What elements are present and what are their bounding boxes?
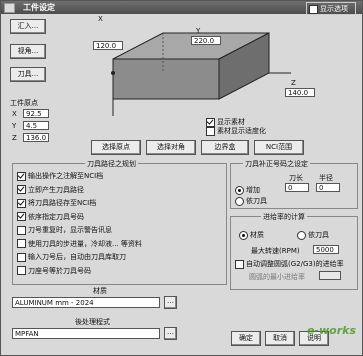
material-browse-button[interactable]: …: [164, 296, 177, 309]
origin-z-field[interactable]: 136.0: [23, 133, 49, 142]
nci-range-button[interactable]: NCI范围: [254, 140, 304, 155]
toolpath-option-checkbox[interactable]: [17, 252, 26, 262]
comp-title: 刀具补正号码之设定: [243, 159, 310, 169]
feed-tool-radio[interactable]: [297, 230, 306, 240]
min-arc-field[interactable]: [319, 271, 341, 280]
post-field[interactable]: MPFAN: [12, 328, 160, 339]
auto-adjust-checkbox[interactable]: [235, 259, 244, 269]
toolpath-option-checkbox[interactable]: [17, 198, 26, 208]
window-title: 工件设定: [23, 3, 55, 12]
toolpath-option-label: 依序指定刀具号码: [28, 212, 84, 221]
toolpath-option[interactable]: 输出操作之注解至NCI档: [17, 171, 103, 181]
comp-radius-field[interactable]: 0: [316, 183, 340, 192]
auto-adjust-label: 自动调整圆弧(G2/G3)的进给率: [246, 260, 344, 268]
post-browse-button[interactable]: …: [164, 327, 177, 340]
comp-follow-label: 依刀具: [246, 197, 267, 205]
auto-adjust-row[interactable]: 自动调整圆弧(G2/G3)的进给率: [235, 259, 344, 269]
toolpath-option-label: 使用刀具的步进量，冷却液... 等资料: [28, 239, 142, 248]
toolpath-option-checkbox[interactable]: [17, 212, 26, 221]
material-fit-checkbox[interactable]: [206, 126, 215, 136]
comp-dia-label: 刀长: [289, 174, 303, 182]
max-spindle-field[interactable]: 5000: [313, 245, 339, 254]
tool-button[interactable]: 刀具...: [10, 67, 46, 82]
toolpath-option-checkbox[interactable]: [17, 266, 26, 275]
dim-z-axis: Z: [291, 79, 296, 87]
toolpath-option-label: 输入刀号后，自动由刀具库取刀: [28, 253, 126, 261]
bounding-box-button[interactable]: 边界盒: [201, 140, 249, 155]
toolpath-option-label: 输出操作之注解至NCI档: [28, 172, 104, 180]
bring-in-button[interactable]: 汇入...: [10, 19, 46, 34]
ok-button[interactable]: 确定: [231, 331, 261, 346]
feed-material-label: 材质: [250, 231, 264, 239]
view-button[interactable]: 视角...: [10, 44, 46, 59]
job-setup-window: 工件设定 显示选项 汇入... 视角... 刀具... 工件原点 X 92.5 …: [0, 0, 363, 356]
comp-dia-field[interactable]: 0: [285, 183, 309, 192]
comp-follow-row[interactable]: 依刀具: [235, 196, 267, 206]
post-title: 後处理程式: [75, 318, 110, 326]
origin-y-label: Y: [12, 122, 17, 130]
cancel-button[interactable]: 取消: [265, 331, 295, 346]
material-field[interactable]: ALUMINUM mm - 2024: [12, 297, 160, 308]
feed-tool-label: 依刀具: [308, 231, 329, 239]
toolpath-option-checkbox[interactable]: [17, 171, 26, 181]
comp-add-radio[interactable]: [235, 185, 244, 195]
toolpath-option[interactable]: 刀号重复时，显示警告讯息: [17, 225, 112, 235]
watermark: e-works: [306, 324, 356, 337]
min-arc-label: 圆弧的最小进给率: [249, 273, 305, 281]
feed-material-row[interactable]: 材质: [239, 230, 264, 240]
origin-x-field[interactable]: 92.5: [23, 109, 49, 118]
toolpath-option-label: 刀座号等於刀具号码: [28, 266, 91, 275]
feed-material-radio[interactable]: [239, 230, 248, 240]
toolpath-option-label: 刀号重复时，显示警告讯息: [28, 226, 112, 234]
toolpath-option-checkbox[interactable]: [17, 225, 26, 235]
feed-tool-row[interactable]: 依刀具: [297, 230, 329, 240]
feed-title: 进给率的计算: [261, 212, 307, 222]
toolpath-option[interactable]: 使用刀具的步进量，冷却液... 等资料: [17, 239, 142, 249]
material-fit-row[interactable]: 素材显示适度化: [206, 126, 266, 136]
dim-x-field[interactable]: 120.0: [93, 41, 123, 50]
window-icon[interactable]: [4, 3, 15, 13]
dim-z-field[interactable]: 140.0: [285, 88, 315, 97]
origin-x-label: X: [12, 110, 17, 118]
toolpath-option[interactable]: 立即产生刀具路径: [17, 185, 84, 195]
toolpath-option-label: 立即产生刀具路径: [28, 185, 84, 194]
material-title: 材质: [93, 287, 107, 295]
comp-radius-label: 半径: [319, 174, 333, 182]
toolpath-option[interactable]: 将刀具路径存至NCI档: [17, 198, 96, 208]
comp-follow-radio[interactable]: [235, 196, 244, 206]
comp-add-row[interactable]: 增加: [235, 185, 260, 195]
show-material-label: 显示素材: [217, 118, 245, 126]
title-options[interactable]: 显示选项: [306, 2, 356, 15]
select-corner-button[interactable]: 选择对角: [146, 140, 196, 155]
origin-y-field[interactable]: 4.5: [23, 121, 49, 130]
toolpath-option[interactable]: 刀座号等於刀具号码: [17, 266, 91, 276]
toolpath-title: 刀具路径之规划: [85, 159, 138, 169]
origin-z-label: Z: [12, 134, 17, 142]
material-fit-label: 素材显示适度化: [217, 127, 266, 135]
comp-add-label: 增加: [246, 186, 260, 194]
title-bar: 工件设定 显示选项: [1, 1, 362, 15]
max-spindle-label: 最大转速(RPM): [251, 247, 300, 255]
toolpath-option-checkbox[interactable]: [17, 239, 26, 248]
toolpath-option[interactable]: 依序指定刀具号码: [17, 212, 84, 222]
options-label: 显示选项: [320, 5, 348, 13]
dim-y-field[interactable]: 220.0: [191, 36, 221, 45]
toolpath-option[interactable]: 输入刀号后，自动由刀具库取刀: [17, 252, 126, 262]
origin-title: 工件原点: [10, 99, 38, 107]
select-origin-button[interactable]: 选择原点: [91, 140, 141, 155]
toolpath-option-checkbox[interactable]: [17, 185, 26, 194]
dim-x-axis: X: [98, 15, 103, 23]
toolpath-option-label: 将刀具路径存至NCI档: [28, 199, 97, 207]
options-checkbox[interactable]: [309, 4, 318, 14]
dim-y-axis: Y: [196, 27, 201, 35]
